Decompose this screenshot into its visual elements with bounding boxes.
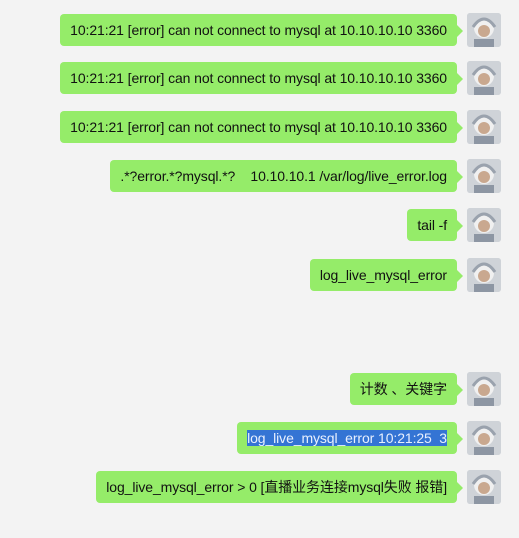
user-avatar-icon[interactable]: [467, 258, 501, 292]
message-row: 10:21:21 [error] can not connect to mysq…: [0, 12, 519, 48]
message-row: .*?error.*?mysql.*? 10.10.10.1 /var/log/…: [0, 158, 519, 194]
message-row: log_live_mysql_error: [0, 257, 519, 293]
user-avatar-icon[interactable]: [467, 372, 501, 406]
message-row: 10:21:21 [error] can not connect to mysq…: [0, 109, 519, 145]
message-bubble[interactable]: 10:21:21 [error] can not connect to mysq…: [60, 14, 463, 46]
user-avatar-icon[interactable]: [467, 208, 501, 242]
message-bubble[interactable]: 10:21:21 [error] can not connect to mysq…: [60, 62, 463, 94]
message-row: log_live_mysql_error 10:21:25 3: [0, 420, 519, 456]
user-avatar-icon[interactable]: [467, 61, 501, 95]
user-avatar-icon[interactable]: [467, 13, 501, 47]
message-bubble[interactable]: 10:21:21 [error] can not connect to mysq…: [60, 111, 463, 143]
message-bubble[interactable]: .*?error.*?mysql.*? 10.10.10.1 /var/log/…: [110, 160, 463, 192]
message-row: 计数 、关键字: [0, 371, 519, 407]
selected-text[interactable]: log_live_mysql_error 10:21:25 3: [247, 430, 447, 446]
message-bubble[interactable]: log_live_mysql_error 10:21:25 3: [237, 422, 463, 454]
user-avatar-icon[interactable]: [467, 110, 501, 144]
message-bubble[interactable]: log_live_mysql_error: [309, 259, 464, 291]
user-avatar-icon[interactable]: [467, 470, 501, 504]
message-bubble[interactable]: log_live_mysql_error > 0 [直播业务连接mysql失败 …: [96, 471, 463, 503]
user-avatar-icon[interactable]: [467, 421, 501, 455]
user-avatar-icon[interactable]: [467, 159, 501, 193]
message-bubble[interactable]: 计数 、关键字: [349, 373, 464, 405]
message-row: log_live_mysql_error > 0 [直播业务连接mysql失败 …: [0, 469, 519, 505]
message-row: 10:21:21 [error] can not connect to mysq…: [0, 60, 519, 96]
message-row: tail -f: [0, 207, 519, 243]
chat-window: 10:21:21 [error] can not connect to mysq…: [0, 0, 519, 538]
message-bubble[interactable]: tail -f: [407, 209, 463, 241]
